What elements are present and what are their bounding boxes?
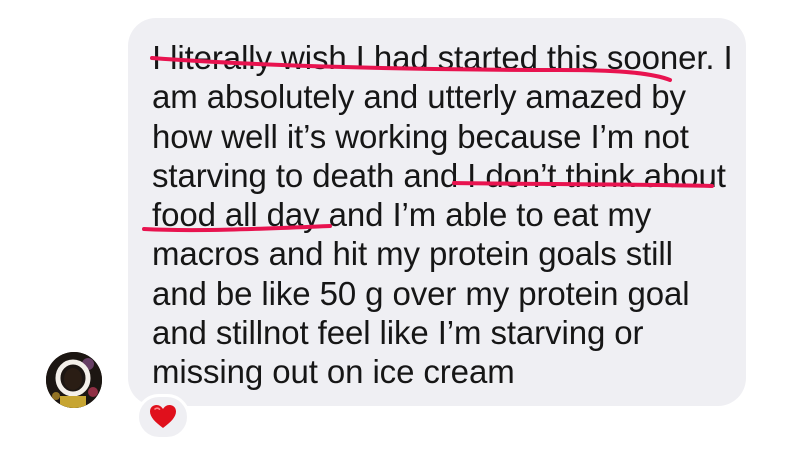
message-line: macros and hit my protein goals still (152, 235, 673, 273)
red-heart-icon (150, 405, 176, 428)
heart-reaction[interactable] (136, 394, 190, 440)
message-line: and be like 50 g over my protein goal (152, 274, 690, 312)
message-line: am absolutely and utterly amazed by (152, 78, 686, 116)
avatar[interactable] (46, 352, 102, 408)
message-line: and stillnot feel like I’m starving or (152, 314, 644, 352)
message-line: how well it’s working because I’m not (152, 117, 689, 155)
message-text: I literally wish I had started this soon… (152, 38, 733, 392)
message-line: starving to death and I don’t think abou… (152, 156, 726, 194)
message-thread: I literally wish I had started this soon… (0, 0, 800, 458)
message-line: missing out on ice cream (152, 353, 515, 391)
message-line: I literally wish I had started this soon… (152, 39, 733, 76)
avatar-photo (46, 352, 102, 408)
message-line: food all day and I’m able to eat my (152, 196, 652, 234)
